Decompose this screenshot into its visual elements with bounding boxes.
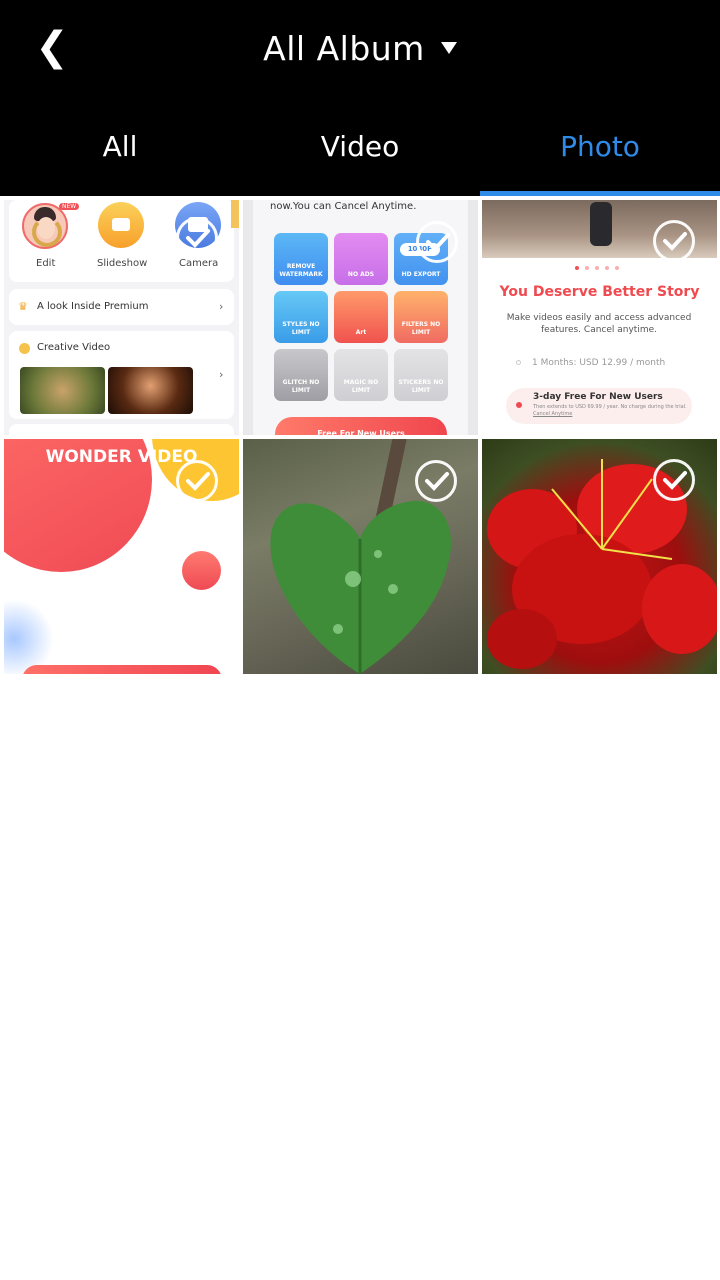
tab-video-label: Video [320, 130, 400, 163]
card [9, 424, 234, 435]
cancel-link: Cancel Anytime [533, 411, 573, 417]
cancel-text: now.You can Cancel Anytime. [270, 201, 417, 212]
feature-magic: MAGIC NO LIMIT [334, 349, 388, 401]
tab-indicator [240, 191, 480, 196]
top-bar: ❮ All Album All Video Photo [0, 0, 720, 196]
camera-label: Camera [179, 258, 219, 269]
select-check-icon[interactable] [415, 460, 457, 502]
album-selector[interactable]: All Album [0, 22, 720, 74]
media-thumbnail[interactable]: WONDER VIDEO [4, 439, 239, 674]
cta-button: Free For New Users [275, 417, 447, 435]
tab-all-label: All [102, 130, 138, 163]
plan-text: 1 Months: USD 12.99 / month [532, 358, 666, 368]
decor-glow [4, 599, 54, 674]
select-check-icon[interactable] [653, 459, 695, 501]
media-thumbnail[interactable] [482, 439, 717, 674]
chevron-right-icon: › [219, 368, 224, 381]
media-thumbnail[interactable]: You Deserve Better Story Make videos eas… [482, 200, 717, 435]
decor-dot [182, 551, 221, 590]
media-thumbnail[interactable]: now.You can Cancel Anytime. REMOVE WATER… [243, 200, 478, 435]
feature-filters: FILTERS NO LIMIT [394, 291, 448, 343]
caret-down-icon [440, 42, 457, 54]
tab-all[interactable]: All [0, 118, 240, 196]
feature-label: HD EXPORT [401, 271, 441, 278]
new-badge: NEW [59, 203, 80, 210]
tab-photo-label: Photo [560, 130, 640, 163]
media-thumbnail[interactable]: NEW Edit Slideshow Camera ♛ A look Insid… [4, 200, 239, 435]
smile-icon [19, 343, 30, 354]
select-check-icon[interactable] [176, 460, 218, 502]
carousel-dots [575, 266, 625, 272]
slideshow-icon [98, 202, 144, 248]
feature-label: REMOVE WATERMARK [279, 263, 323, 278]
radio-icon [516, 402, 522, 408]
chevron-right-icon: › [219, 300, 224, 313]
feature-no-ads: NO ADS [334, 233, 388, 285]
feature-label: STICKERS NO LIMIT [398, 379, 444, 394]
headline: You Deserve Better Story [499, 284, 700, 300]
feature-label: STYLES NO LIMIT [282, 321, 320, 336]
trial-option: 3-day Free For New Users Then extends to… [506, 388, 692, 424]
feature-label: NO ADS [347, 271, 375, 278]
feature-label: Art [355, 329, 367, 336]
feature-remove-watermark: REMOVE WATERMARK [274, 233, 328, 285]
slideshow-label: Slideshow [97, 258, 148, 269]
crown-icon: ♛ [18, 300, 28, 313]
video-thumbnail [108, 367, 193, 414]
media-thumbnail[interactable] [243, 439, 478, 674]
feature-art: Art [334, 291, 388, 343]
premium-label: A look Inside Premium [37, 301, 149, 312]
body-text: Make videos easily and access advanced f… [506, 313, 692, 335]
album-title: All Album [263, 28, 425, 68]
tab-indicator-active [480, 191, 720, 196]
feature-styles: STYLES NO LIMIT [274, 291, 328, 343]
radio-icon [516, 360, 521, 365]
tab-video[interactable]: Video [240, 118, 480, 196]
feature-label: GLITCH NO LIMIT [282, 379, 320, 394]
video-thumbnail [20, 367, 105, 414]
trial-sub-text: Then extends to USD 69.99 / year. No cha… [533, 404, 687, 410]
edit-label: Edit [36, 258, 56, 269]
banner-button [22, 665, 222, 674]
decor-stripe [231, 200, 239, 228]
creative-label: Creative Video [37, 342, 111, 353]
trial-label: 3-day Free For New Users [533, 392, 663, 402]
tab-indicator [0, 191, 240, 196]
feature-label: FILTERS NO LIMIT [401, 321, 441, 336]
feature-stickers: STICKERS NO LIMIT [394, 349, 448, 401]
tab-photo[interactable]: Photo [480, 118, 720, 196]
select-check-icon[interactable] [653, 220, 695, 262]
trial-sub: Then extends to USD 69.99 / year. No cha… [533, 404, 693, 418]
feature-glitch: GLITCH NO LIMIT [274, 349, 328, 401]
feature-label: MAGIC NO LIMIT [343, 379, 379, 394]
select-check-icon[interactable] [176, 217, 218, 259]
select-check-icon[interactable] [416, 221, 458, 263]
media-tabs: All Video Photo [0, 118, 720, 196]
